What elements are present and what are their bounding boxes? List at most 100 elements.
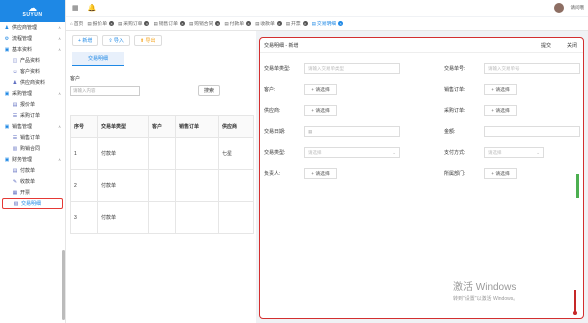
bell-icon[interactable]: 🔔: [88, 4, 97, 12]
sidebar-item[interactable]: ♟ 供应商管理 ∧: [0, 22, 65, 33]
receipt-icon: ✎: [12, 178, 18, 185]
table-cell: 2: [69, 169, 99, 202]
sidebar-scrollbar[interactable]: [62, 250, 65, 320]
close-icon[interactable]: ×: [276, 21, 282, 26]
doc-icon: ▤: [153, 20, 158, 26]
paymethod-placeholder: 请选择: [488, 149, 502, 155]
sales-pick-button[interactable]: + 请选择: [484, 84, 517, 95]
folder-icon: ▣: [4, 46, 10, 53]
table-row[interactable]: 3 付款单: [69, 201, 255, 234]
invoice-icon: ▦: [12, 189, 18, 196]
supplier-label: 供应商:: [264, 108, 281, 114]
supplier-pick-button[interactable]: + 请选择: [304, 105, 337, 116]
sidebar-item[interactable]: ◫ 产品资料: [0, 55, 65, 66]
grid-menu-icon[interactable]: ▦: [72, 4, 79, 12]
type-input[interactable]: 请输入交易单类型: [304, 63, 400, 74]
sidebar-item-label: 基本资料: [12, 47, 33, 53]
tab[interactable]: ▤ 报价单 ×: [87, 20, 114, 27]
table-cell: [175, 169, 219, 202]
sidebar-item[interactable]: ⚙ 流程管理 ∧: [0, 33, 65, 44]
tab-label: 首页: [73, 22, 84, 27]
toolbar: + 新增 ⇪ 导入 ⬆ 导出: [66, 31, 256, 50]
tab[interactable]: ▤ 交易明细 ×: [312, 20, 344, 27]
sidebar-item[interactable]: ▣ 财务管理 ∧: [0, 154, 65, 165]
chevron-icon: ∧: [58, 124, 61, 129]
customer-search-input[interactable]: 请输入内容: [70, 85, 140, 96]
table-row[interactable]: 1 付款单 七星: [69, 137, 255, 170]
dialog-actions: 提交 关闭: [541, 42, 577, 49]
close-icon[interactable]: ×: [302, 21, 308, 26]
sidebar-item-label: 产品资料: [20, 58, 41, 64]
export-button[interactable]: ⬆ 导出: [133, 35, 162, 46]
export-label: 导出: [145, 38, 156, 44]
sidebar-item[interactable]: ✎ 收款单: [0, 176, 65, 187]
submit-button[interactable]: 提交: [541, 42, 551, 49]
tab-label: 付款单: [229, 22, 245, 27]
amount-input[interactable]: [484, 126, 580, 137]
sidebar-item[interactable]: ▥ 购销合同: [0, 143, 65, 154]
sidebar-menu: ♟ 供应商管理 ∧ ⚙ 流程管理 ∧ ▣ 基本资料 ∧ ◫ 产品资料 ☺ 客户资料 ♟ 供应商资料 ▣ 采购管理…: [0, 22, 65, 209]
field-dept: 所属部门: + 请选择: [444, 168, 517, 179]
detail-icon: ▧: [13, 200, 19, 207]
home-icon: ⌂: [70, 21, 73, 26]
username[interactable]: 请问哦: [571, 5, 585, 11]
sidebar-item[interactable]: ▤ 报价单: [0, 99, 65, 110]
sidebar-item[interactable]: ▣ 基本资料 ∧: [0, 44, 65, 55]
import-label: 导入: [113, 38, 124, 44]
sidebar-item[interactable]: ▣ 采购管理 ∧: [0, 88, 65, 99]
close-icon[interactable]: ×: [215, 21, 221, 26]
table-cell: [147, 137, 177, 170]
close-icon[interactable]: ×: [144, 21, 150, 26]
customer-pick-button[interactable]: + 请选择: [304, 84, 337, 95]
tab[interactable]: ▤ 采购订单 ×: [118, 20, 150, 27]
sidebar-item[interactable]: ▦ 开票: [0, 187, 65, 198]
sidebar-item-label: 财务管理: [12, 157, 33, 163]
kind-label: 交易类型:: [264, 150, 286, 156]
sidebar-item[interactable]: ☺ 客户资料: [0, 66, 65, 77]
kind-select[interactable]: 请选择 ⌄: [304, 147, 400, 158]
date-input[interactable]: ▦: [304, 126, 400, 137]
table-body: 1 付款单 七星 2 付款单 3 付款单: [69, 137, 255, 234]
calendar-icon: ▦: [308, 128, 313, 134]
dept-pick-button[interactable]: + 请选择: [484, 168, 517, 179]
column-header: 交易单类型: [97, 115, 149, 138]
sidebar-item-label: 供应商管理: [12, 25, 38, 31]
close-icon[interactable]: ×: [179, 21, 185, 26]
search-button[interactable]: 搜索: [198, 85, 221, 96]
sidebar-item[interactable]: ▧ 交易明细: [2, 198, 63, 209]
dialog-title: 交易明细 - 新增: [264, 42, 299, 49]
tab-label: 采购订单: [123, 22, 143, 27]
table-row[interactable]: 2 付款单: [69, 169, 255, 202]
tab[interactable]: ▤ 付款单 ×: [224, 20, 252, 27]
owner-pick-button[interactable]: + 请选择: [304, 168, 337, 179]
tab[interactable]: ▤ 开票 ×: [286, 20, 308, 27]
table-cell: [217, 201, 255, 234]
close-icon[interactable]: ×: [338, 21, 344, 26]
close-icon[interactable]: ×: [109, 21, 114, 26]
sales-label: 销售订单:: [444, 87, 466, 93]
paymethod-select[interactable]: 请选择 ⌄: [484, 147, 544, 158]
close-button[interactable]: 关闭: [567, 42, 577, 49]
sidebar-item[interactable]: ▤ 付款单: [0, 165, 65, 176]
purchase-pick-button[interactable]: + 请选择: [484, 105, 517, 116]
supplier-icon: ♟: [12, 79, 18, 86]
sidebar-item-label: 采购管理: [12, 91, 33, 97]
tab[interactable]: ▤ 购销合同 ×: [189, 20, 221, 27]
field-purchase: 采购订单: + 请选择: [444, 105, 517, 116]
add-button[interactable]: + 新增: [72, 35, 99, 46]
tab[interactable]: ⌂ 首页: [70, 20, 83, 27]
order-icon: ☰: [12, 134, 18, 141]
tab[interactable]: ▤ 收款单 ×: [255, 20, 282, 27]
tab-label: 收款单: [260, 22, 275, 27]
close-icon[interactable]: ×: [246, 21, 252, 26]
sidebar-item[interactable]: ☰ 采购订单: [0, 110, 65, 121]
subtab-transaction-detail[interactable]: 交易明细: [72, 52, 124, 66]
no-input[interactable]: 请输入交易单号: [484, 63, 580, 74]
sidebar-item[interactable]: ▣ 销售管理 ∧: [0, 121, 65, 132]
tab[interactable]: ▤ 销售订单 ×: [153, 20, 185, 27]
avatar[interactable]: [554, 3, 564, 13]
sidebar-item[interactable]: ♟ 供应商资料: [0, 77, 65, 88]
payment-icon: ▤: [12, 167, 18, 174]
import-button[interactable]: ⇪ 导入: [102, 35, 130, 46]
sidebar-item[interactable]: ☰ 销售订单: [0, 132, 65, 143]
